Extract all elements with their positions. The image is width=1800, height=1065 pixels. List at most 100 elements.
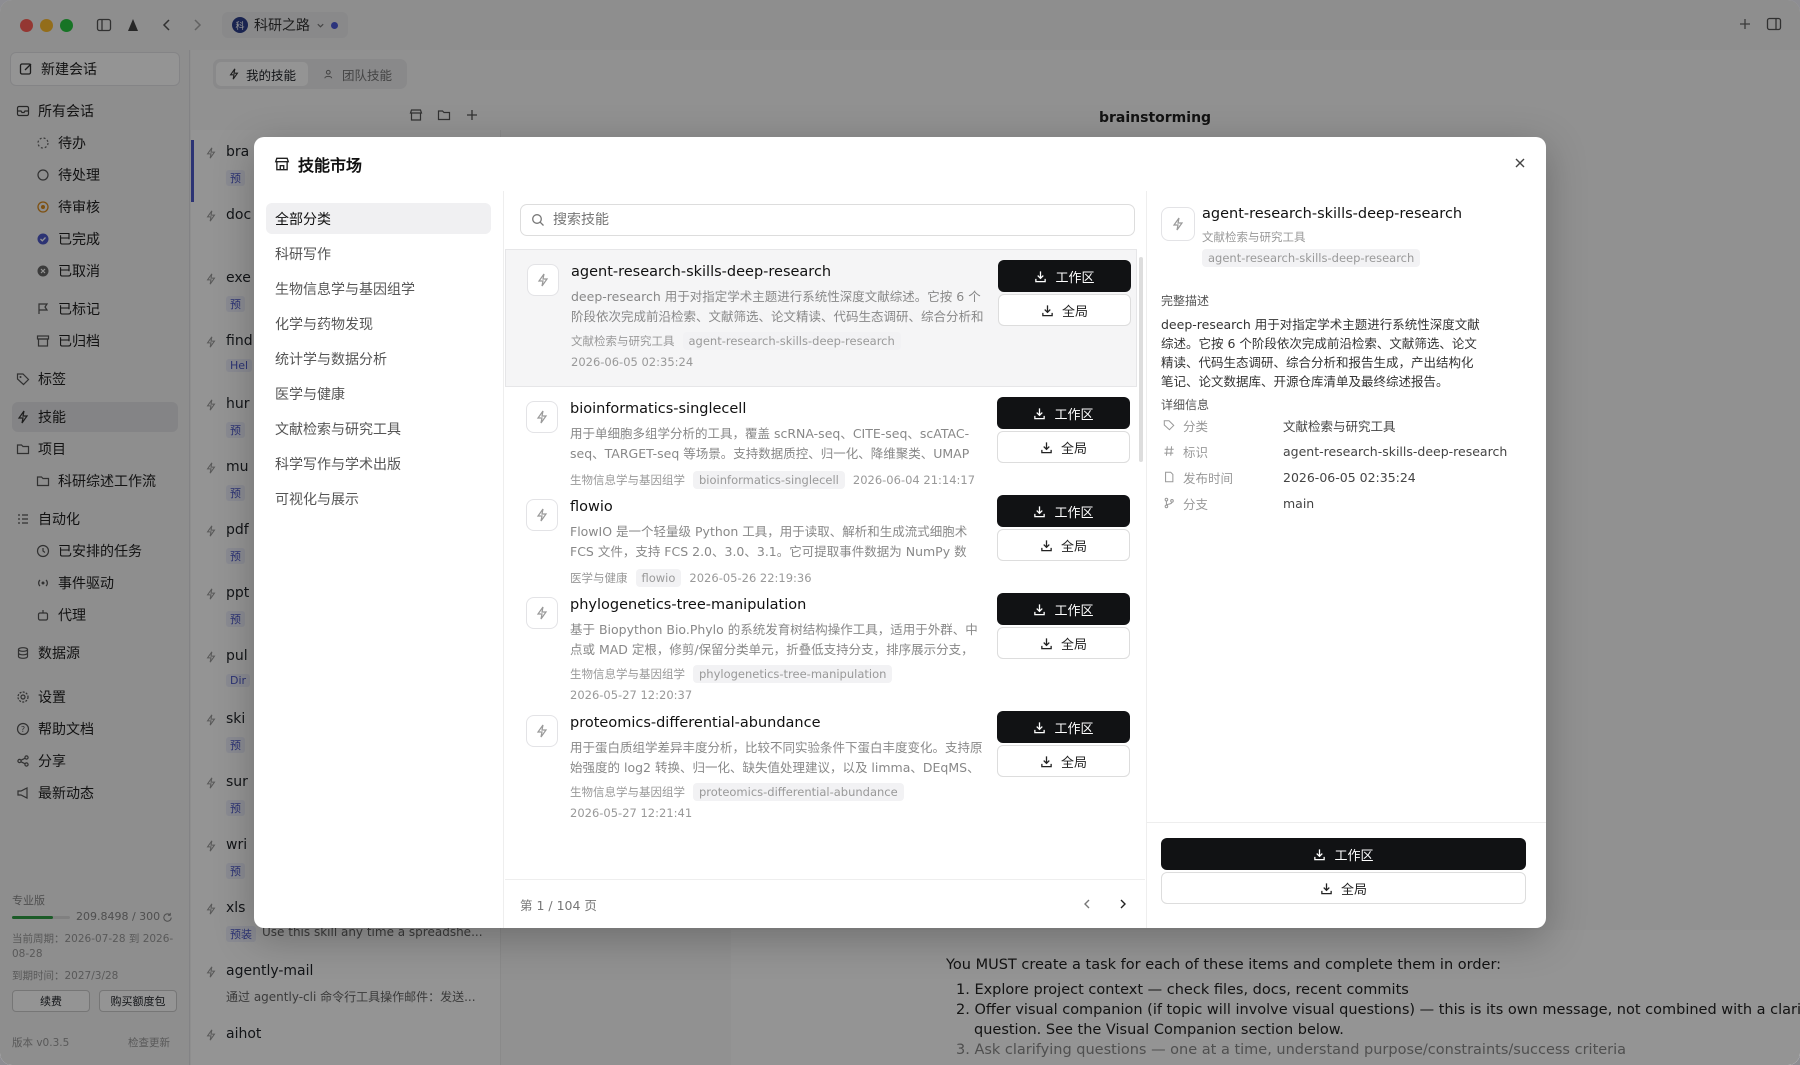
category-item[interactable]: 科研写作 xyxy=(266,238,491,269)
full-desc: deep-research 用于对指定学术主题进行系统性深度文献综述。它按 6 … xyxy=(1161,317,1480,389)
button-label: 全局 xyxy=(1060,755,1087,771)
install-workspace-button[interactable]: 工作区 xyxy=(998,260,1131,292)
modal-header: 技能市场 xyxy=(254,137,1546,191)
download-icon xyxy=(1040,539,1053,552)
tag-icon xyxy=(1163,419,1175,431)
skill-category: 生物信息学与基因组学 xyxy=(570,667,685,681)
install-workspace-button[interactable]: 工作区 xyxy=(997,495,1130,527)
skill-card[interactable]: proteomics-differential-abundance 用于蛋白质组学… xyxy=(505,701,1137,820)
bolt-icon xyxy=(535,508,549,522)
detail-info-row: 发布时间 2026-06-05 02:35:24 xyxy=(1163,467,1416,487)
skill-description: 用于蛋白质组学差异丰度分析，比较不同实验条件下蛋白丰度变化。支持原始强度的 lo… xyxy=(570,740,983,775)
button-label: 工作区 xyxy=(1334,848,1374,864)
info-value: agent-research-skills-deep-research xyxy=(1283,443,1508,459)
store-icon xyxy=(274,156,290,172)
install-global-button[interactable]: 全局 xyxy=(1161,872,1526,904)
skill-icon xyxy=(526,401,558,433)
document-icon xyxy=(1163,471,1175,483)
download-icon xyxy=(1033,721,1046,734)
category-item[interactable]: 统计学与数据分析 xyxy=(266,343,491,374)
install-global-button[interactable]: 全局 xyxy=(997,627,1130,659)
install-global-button[interactable]: 全局 xyxy=(997,745,1130,777)
bolt-icon xyxy=(535,724,549,738)
download-icon xyxy=(1033,407,1046,420)
branch-icon xyxy=(1163,497,1175,509)
skill-meta: 生物信息学与基因组学 phylogenetics-tree-manipulatio… xyxy=(570,665,893,683)
skill-card[interactable]: agent-research-skills-deep-research deep-… xyxy=(505,249,1137,387)
skill-name: agent-research-skills-deep-research xyxy=(571,264,832,280)
bolt-icon xyxy=(535,606,549,620)
category-item[interactable]: 化学与药物发现 xyxy=(266,308,491,339)
info-value: 2026-06-05 02:35:24 xyxy=(1283,469,1416,485)
install-global-button[interactable]: 全局 xyxy=(997,529,1130,561)
install-workspace-button[interactable]: 工作区 xyxy=(997,711,1130,743)
modal-title: 技能市场 xyxy=(298,156,363,175)
install-workspace-button[interactable]: 工作区 xyxy=(1161,838,1526,870)
download-icon xyxy=(1040,441,1053,454)
install-workspace-button[interactable]: 工作区 xyxy=(997,593,1130,625)
page-indicator: 第 1 / 104 页 xyxy=(520,897,597,913)
download-icon xyxy=(1033,603,1046,616)
button-label: 全局 xyxy=(1340,882,1367,898)
skill-name: proteomics-differential-abundance xyxy=(570,715,821,731)
install-workspace-button[interactable]: 工作区 xyxy=(997,397,1130,429)
next-page-icon[interactable] xyxy=(1116,897,1130,911)
search-box[interactable] xyxy=(520,204,1135,236)
detail-info-row: 分支 main xyxy=(1163,493,1314,513)
download-icon xyxy=(1040,755,1053,768)
button-label: 工作区 xyxy=(1054,505,1094,521)
category-item[interactable]: 全部分类 xyxy=(266,203,491,234)
skill-meta: 生物信息学与基因组学 proteomics-differential-abunda… xyxy=(570,783,904,801)
skill-name: phylogenetics-tree-manipulation xyxy=(570,597,807,613)
category-item[interactable]: 文献检索与研究工具 xyxy=(266,413,491,444)
detail-actions: 工作区 全局 xyxy=(1147,822,1546,928)
detail-category: 文献检索与研究工具 xyxy=(1202,230,1306,244)
skill-description: 基于 Biopython Bio.Phylo 的系统发育树结构操作工具，适用于外… xyxy=(570,622,978,657)
button-label: 工作区 xyxy=(1054,603,1094,619)
detail-info-row: 分类 文献检索与研究工具 xyxy=(1163,415,1396,435)
info-key: 分支 xyxy=(1183,496,1209,512)
install-global-button[interactable]: 全局 xyxy=(997,431,1130,463)
close-icon[interactable] xyxy=(1508,151,1532,175)
skill-card[interactable]: phylogenetics-tree-manipulation 基于 Biopyt… xyxy=(505,583,1137,702)
skill-icon xyxy=(526,499,558,531)
category-item[interactable]: 生物信息学与基因组学 xyxy=(266,273,491,304)
skill-tag: proteomics-differential-abundance xyxy=(693,783,904,801)
skill-date: 2026-05-27 12:20:37 xyxy=(570,688,693,702)
skill-meta: 文献检索与研究工具 agent-research-skills-deep-rese… xyxy=(571,332,901,350)
bolt-icon xyxy=(1171,217,1185,231)
skill-tag: phylogenetics-tree-manipulation xyxy=(693,665,893,683)
skill-detail-icon xyxy=(1161,207,1195,241)
category-item[interactable]: 可视化与展示 xyxy=(266,483,491,514)
skill-card[interactable]: flowio FlowIO 是一个轻量级 Python 工具，用于读取、解析和生成… xyxy=(505,485,1137,587)
button-label: 工作区 xyxy=(1054,721,1094,737)
detail-info-row: 标识 agent-research-skills-deep-research xyxy=(1163,441,1507,461)
info-value: main xyxy=(1283,495,1315,511)
bolt-icon xyxy=(536,273,550,287)
search-icon xyxy=(531,213,545,227)
info-key: 发布时间 xyxy=(1183,470,1234,486)
category-item[interactable]: 科学写作与学术出版 xyxy=(266,448,491,479)
prev-page-icon[interactable] xyxy=(1080,897,1094,911)
skill-category: 生物信息学与基因组学 xyxy=(570,785,685,799)
download-icon xyxy=(1040,637,1053,650)
app-window: 科 科研之路 新建会话 所有会话 待办 待处理 待审核 已完成 已取消 已标记 … xyxy=(0,0,1800,1065)
skill-name: bioinformatics-singlecell xyxy=(570,401,747,417)
search-input[interactable] xyxy=(553,212,1113,228)
skill-description: FlowIO 是一个轻量级 Python 工具，用于读取、解析和生成流式细胞术 … xyxy=(570,524,968,559)
skill-description: 用于单细胞多组学分析的工具，覆盖 scRNA-seq、CITE-seq、scAT… xyxy=(570,426,970,461)
skill-category: 文献检索与研究工具 xyxy=(571,334,675,348)
skill-card[interactable]: bioinformatics-singlecell 用于单细胞多组学分析的工具，覆… xyxy=(505,387,1137,489)
category-item[interactable]: 医学与健康 xyxy=(266,378,491,409)
skill-detail-panel: agent-research-skills-deep-research 文献检索… xyxy=(1146,191,1546,928)
hash-icon xyxy=(1163,445,1175,457)
button-label: 全局 xyxy=(1060,441,1087,457)
install-global-button[interactable]: 全局 xyxy=(998,294,1131,326)
skill-icon xyxy=(526,597,558,629)
detail-name: agent-research-skills-deep-research xyxy=(1202,206,1463,222)
download-icon xyxy=(1320,882,1333,895)
scrollbar-thumb[interactable] xyxy=(1139,257,1143,462)
button-label: 工作区 xyxy=(1055,270,1095,286)
download-icon xyxy=(1313,848,1326,861)
button-label: 工作区 xyxy=(1054,407,1094,423)
